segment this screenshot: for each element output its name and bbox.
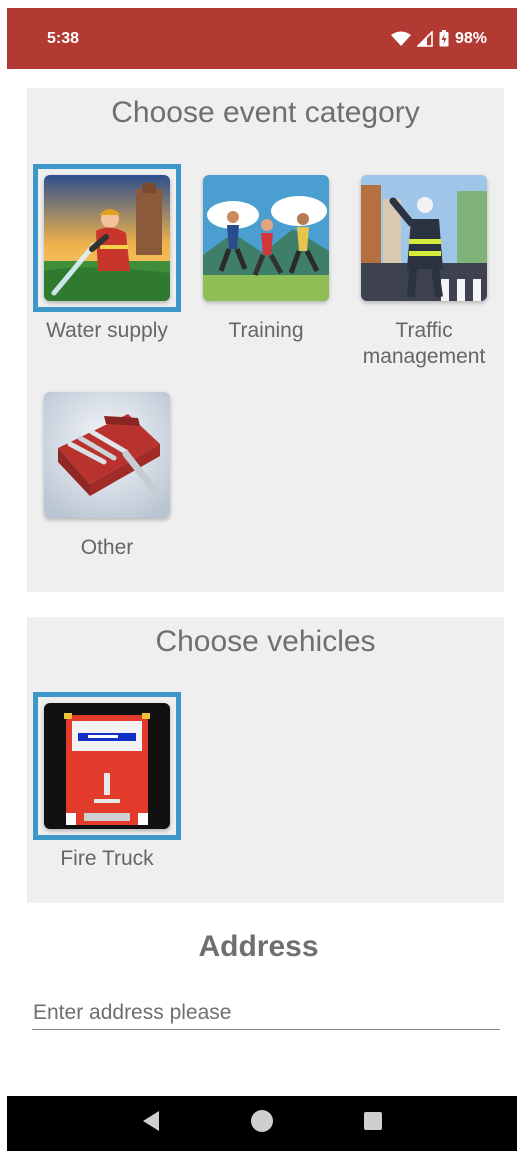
- runners-image: [203, 175, 329, 301]
- home-icon[interactable]: [250, 1109, 274, 1138]
- fire-truck-image: [44, 703, 170, 829]
- event-category-title: Choose event category: [111, 96, 420, 129]
- vehicle-fire-truck[interactable]: Fire Truck: [33, 692, 181, 872]
- status-time: 5:38: [47, 29, 80, 47]
- status-icons: 98%: [390, 29, 487, 48]
- address-input[interactable]: [32, 996, 500, 1030]
- vehicles-panel: Choose vehicles Fire Truck: [27, 617, 504, 903]
- recents-icon[interactable]: [363, 1111, 383, 1136]
- category-label: Water supply: [46, 319, 168, 342]
- selection-frame: [33, 381, 181, 529]
- event-category-panel: Choose event category Water supply Train…: [27, 88, 504, 592]
- category-label: Traffic management: [362, 319, 486, 368]
- vehicles-title: Choose vehicles: [155, 625, 376, 658]
- category-training[interactable]: Training: [192, 164, 340, 344]
- status-bar: 5:38 98%: [7, 8, 517, 69]
- wifi-icon: [390, 31, 411, 47]
- vehicle-label: Fire Truck: [60, 847, 154, 870]
- cell-signal-icon: [416, 30, 433, 47]
- category-label: Other: [80, 536, 134, 559]
- category-other[interactable]: Other: [33, 381, 181, 561]
- selection-frame: [33, 164, 181, 312]
- category-traffic-management[interactable]: Traffic management: [350, 164, 498, 370]
- traffic-officer-image: [361, 175, 487, 301]
- battery-percent: 98%: [454, 29, 487, 47]
- battery-icon: [439, 30, 449, 47]
- firefighter-hose-image: [44, 175, 170, 301]
- category-label: Training: [228, 319, 304, 342]
- toolbox-image: [44, 392, 170, 518]
- selection-frame: [192, 164, 340, 312]
- navigation-bar: [7, 1096, 517, 1151]
- back-icon[interactable]: [141, 1110, 161, 1137]
- address-title: Address: [198, 930, 319, 963]
- selection-frame: [350, 164, 498, 312]
- category-water-supply[interactable]: Water supply: [33, 164, 181, 344]
- selection-frame: [33, 692, 181, 840]
